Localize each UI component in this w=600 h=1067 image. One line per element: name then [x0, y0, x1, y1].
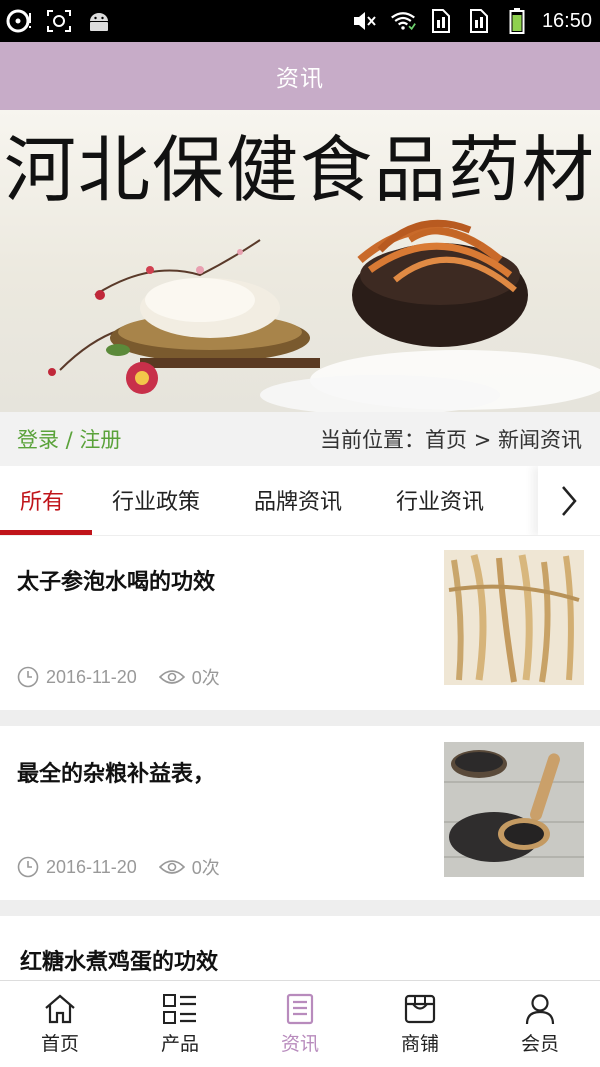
article-title: 最全的杂粮补益表，: [17, 762, 216, 787]
active-tab-indicator: [0, 530, 92, 535]
black-grain-image: [444, 742, 584, 877]
banner[interactable]: 河北保健食品药材: [0, 110, 600, 412]
nav-shop[interactable]: 商铺: [360, 981, 480, 1067]
sim1-icon: [428, 6, 454, 36]
shop-icon: [404, 994, 436, 1024]
login-breadcrumb-row: 登录 / 注册 当前位置：首页 > 新闻资讯: [0, 412, 600, 466]
tab-industry-news[interactable]: 行业资讯: [396, 484, 484, 516]
article-item[interactable]: 最全的杂粮补益表， 2016-11-20 0次: [0, 726, 600, 900]
chevron-right-icon: [562, 486, 577, 516]
article-thumbnail[interactable]: [444, 550, 584, 685]
wifi-icon: [390, 6, 416, 36]
clock-text: 16:50: [541, 10, 592, 32]
article-date: 2016-11-20: [46, 856, 137, 877]
login-register-link[interactable]: 登录 / 注册: [17, 424, 121, 454]
document-icon: [286, 993, 314, 1025]
separator: [0, 900, 600, 916]
tabs-scroll-right-button[interactable]: [538, 466, 600, 535]
sim2-icon: [466, 6, 492, 36]
separator: [0, 710, 600, 726]
bottom-navigation: 首页 产品 资讯 商铺 会员: [0, 980, 600, 1067]
breadcrumb: 当前位置：首页 > 新闻资讯: [320, 428, 582, 452]
nav-products[interactable]: 产品: [120, 981, 240, 1067]
page-header: 资讯: [0, 42, 600, 110]
nav-shop-label: 商铺: [400, 1033, 439, 1055]
page-title: 资讯: [276, 66, 324, 92]
article-views: 0次: [191, 858, 220, 878]
article-title: 红糖水煮鸡蛋的功效: [20, 950, 219, 975]
battery-icon: [504, 6, 530, 36]
root-herb-image: [444, 550, 584, 685]
nav-news[interactable]: 资讯: [240, 981, 360, 1067]
nav-news-label: 资讯: [280, 1033, 319, 1055]
grid-list-icon: [163, 994, 196, 1024]
nav-products-label: 产品: [160, 1033, 199, 1055]
category-tabs: 所有 行业政策 品牌资讯 行业资讯: [0, 466, 600, 536]
article-meta: 2016-11-20 0次: [17, 854, 220, 880]
article-thumbnail[interactable]: [444, 742, 584, 877]
article-views: 0次: [191, 668, 220, 688]
nav-member[interactable]: 会员: [480, 981, 600, 1067]
eye-icon: [158, 860, 185, 874]
status-bar: 16:50: [0, 0, 600, 42]
article-date: 2016-11-20: [46, 666, 137, 687]
clock-icon: [17, 856, 39, 878]
banner-title: 河北保健食品药材: [3, 128, 596, 212]
tab-industry-policy[interactable]: 行业政策: [112, 484, 200, 516]
screenshot-icon: [46, 6, 72, 36]
tab-all[interactable]: 所有: [20, 484, 64, 516]
mute-icon: [352, 6, 378, 36]
article-item[interactable]: 太子参泡水喝的功效 2016-11-20 0次: [0, 536, 600, 710]
nav-home[interactable]: 首页: [0, 981, 120, 1067]
article-item[interactable]: 红糖水煮鸡蛋的功效: [0, 916, 600, 980]
tab-brand-news[interactable]: 品牌资讯: [254, 484, 342, 516]
article-title: 太子参泡水喝的功效: [17, 570, 216, 595]
clock-icon: [17, 666, 39, 688]
nav-home-label: 首页: [40, 1033, 79, 1055]
user-icon: [525, 994, 555, 1025]
article-meta: 2016-11-20 0次: [17, 664, 220, 690]
android-icon: [86, 6, 112, 36]
disc-icon: [6, 6, 32, 36]
home-icon: [45, 994, 75, 1024]
eye-icon: [158, 670, 185, 684]
nav-member-label: 会员: [520, 1033, 559, 1055]
